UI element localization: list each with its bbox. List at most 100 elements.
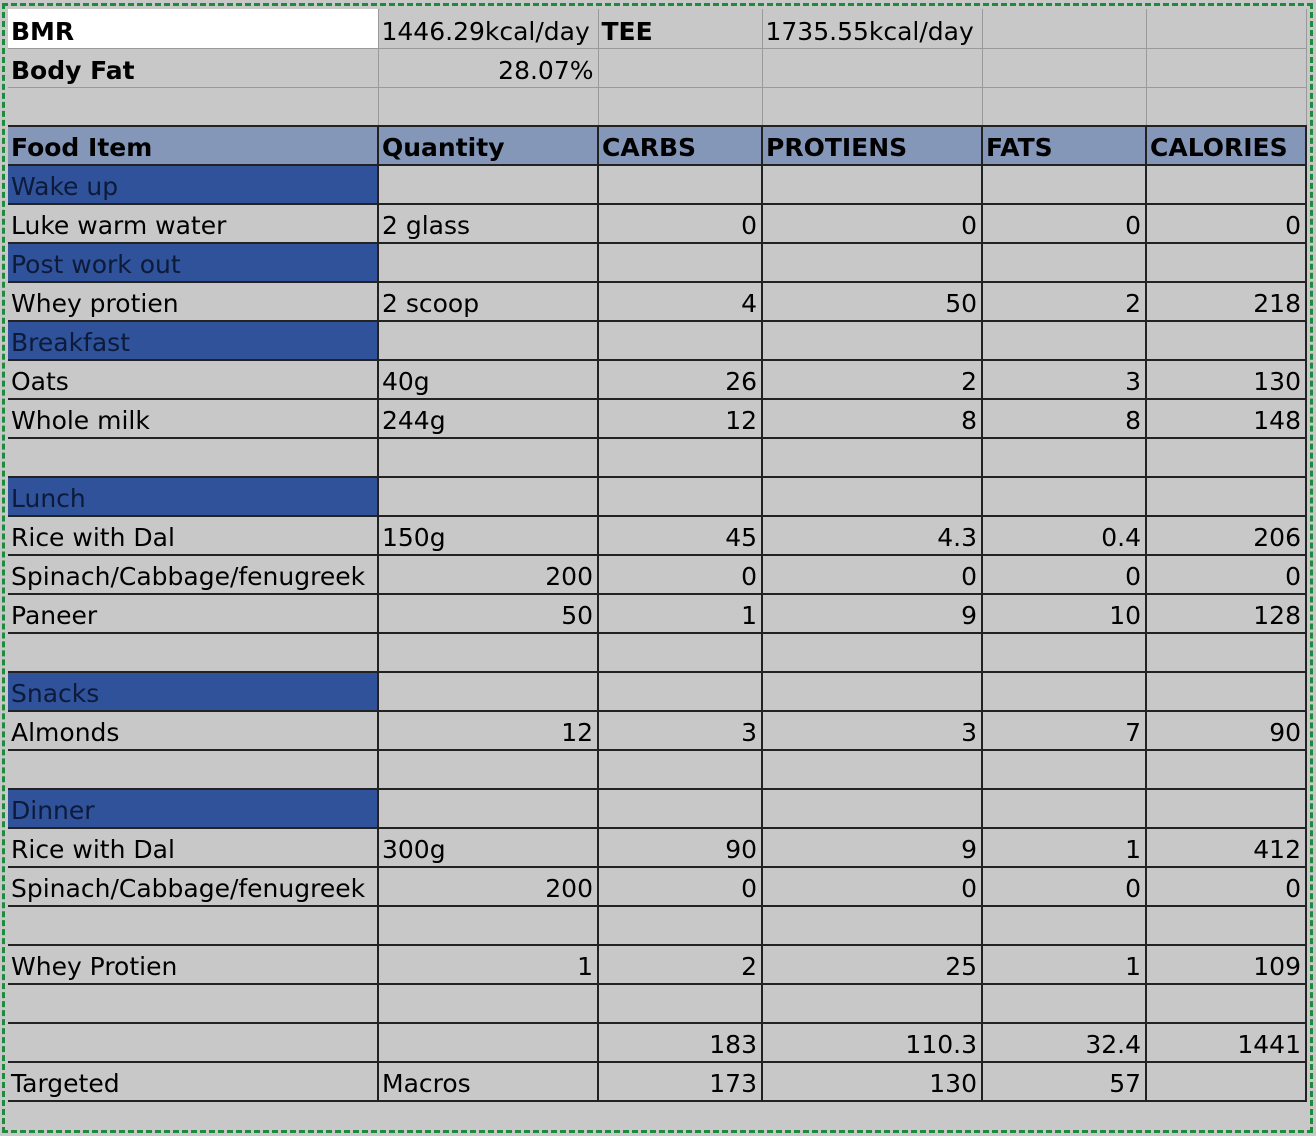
food-item-cell[interactable]: Rice with Dal — [8, 828, 379, 868]
calories-cell[interactable]: 128 — [1146, 594, 1307, 634]
empty-cell[interactable] — [982, 750, 1147, 790]
empty-cell[interactable] — [1146, 243, 1307, 283]
empty-cell[interactable] — [378, 789, 599, 829]
empty-cell[interactable] — [8, 438, 379, 478]
empty-cell[interactable] — [1146, 906, 1307, 946]
empty-cell[interactable] — [378, 438, 599, 478]
food-item-cell[interactable]: Targeted — [8, 1062, 379, 1102]
empty-cell[interactable] — [982, 906, 1147, 946]
fats-cell[interactable]: 0 — [982, 867, 1147, 907]
empty-cell[interactable] — [598, 321, 763, 361]
proteins-cell[interactable]: 0 — [762, 867, 983, 907]
calories-cell[interactable]: 218 — [1146, 282, 1307, 322]
empty-cell[interactable] — [1146, 165, 1307, 205]
empty-cell[interactable] — [762, 672, 983, 712]
fats-cell[interactable]: 3 — [982, 360, 1147, 400]
quantity-cell[interactable]: 12 — [378, 711, 599, 751]
quantity-cell[interactable]: 50 — [378, 594, 599, 634]
empty-cell[interactable] — [598, 438, 763, 478]
food-item-cell[interactable]: Rice with Dal — [8, 516, 379, 556]
carbs-cell[interactable]: 183 — [598, 1023, 763, 1063]
empty-cell[interactable] — [598, 477, 763, 517]
empty-cell[interactable] — [8, 750, 379, 790]
calories-cell[interactable]: 130 — [1146, 360, 1307, 400]
empty-cell[interactable] — [1146, 477, 1307, 517]
header-proteins[interactable]: PROTIENS — [762, 125, 983, 166]
food-item-cell[interactable]: Luke warm water — [8, 204, 379, 244]
proteins-cell[interactable]: 0 — [762, 555, 983, 595]
carbs-cell[interactable]: 12 — [598, 399, 763, 439]
quantity-cell[interactable]: Macros — [378, 1062, 599, 1102]
carbs-cell[interactable]: 90 — [598, 828, 763, 868]
fats-cell[interactable]: 10 — [982, 594, 1147, 634]
fats-cell[interactable]: 0 — [982, 204, 1147, 244]
empty-cell[interactable] — [762, 789, 983, 829]
carbs-cell[interactable]: 0 — [598, 204, 763, 244]
empty-cell[interactable] — [378, 906, 599, 946]
section-label[interactable]: Post work out — [8, 243, 379, 283]
proteins-cell[interactable]: 25 — [762, 945, 983, 985]
proteins-cell[interactable]: 9 — [762, 594, 983, 634]
empty-cell[interactable] — [762, 984, 983, 1024]
header-carbs[interactable]: CARBS — [598, 125, 763, 166]
fats-cell[interactable]: 1 — [982, 828, 1147, 868]
food-item-cell[interactable] — [8, 1023, 379, 1063]
quantity-cell[interactable]: 1 — [378, 945, 599, 985]
empty-cell[interactable] — [598, 87, 763, 127]
fats-cell[interactable]: 8 — [982, 399, 1147, 439]
empty-cell[interactable] — [598, 789, 763, 829]
header-calories[interactable]: CALORIES — [1146, 125, 1307, 166]
proteins-cell[interactable]: 2 — [762, 360, 983, 400]
empty-cell[interactable] — [378, 477, 599, 517]
empty-cell[interactable] — [1146, 633, 1307, 673]
carbs-cell[interactable]: 4 — [598, 282, 763, 322]
food-item-cell[interactable]: Almonds — [8, 711, 379, 751]
empty-cell[interactable] — [598, 984, 763, 1024]
section-label[interactable]: Lunch — [8, 477, 379, 517]
fats-cell[interactable]: 0 — [982, 555, 1147, 595]
calories-cell[interactable] — [1146, 1062, 1307, 1102]
food-item-cell[interactable]: Spinach/Cabbage/fenugreek — [8, 867, 379, 907]
calories-cell[interactable]: 0 — [1146, 204, 1307, 244]
empty-cell[interactable] — [762, 48, 983, 88]
quantity-cell[interactable]: 300g — [378, 828, 599, 868]
empty-cell[interactable] — [1146, 48, 1307, 88]
empty-cell[interactable] — [598, 906, 763, 946]
bodyfat-value[interactable]: 28.07% — [378, 48, 599, 88]
food-item-cell[interactable]: Oats — [8, 360, 379, 400]
calories-cell[interactable]: 1441 — [1146, 1023, 1307, 1063]
section-label[interactable]: Breakfast — [8, 321, 379, 361]
empty-cell[interactable] — [598, 672, 763, 712]
empty-cell[interactable] — [378, 243, 599, 283]
empty-cell[interactable] — [1146, 321, 1307, 361]
empty-cell[interactable] — [598, 750, 763, 790]
carbs-cell[interactable]: 1 — [598, 594, 763, 634]
header-quantity[interactable]: Quantity — [378, 125, 599, 166]
empty-cell[interactable] — [8, 633, 379, 673]
empty-cell[interactable] — [982, 165, 1147, 205]
calories-cell[interactable]: 412 — [1146, 828, 1307, 868]
empty-cell[interactable] — [1146, 672, 1307, 712]
empty-cell[interactable] — [982, 438, 1147, 478]
carbs-cell[interactable]: 26 — [598, 360, 763, 400]
calories-cell[interactable]: 148 — [1146, 399, 1307, 439]
empty-cell[interactable] — [378, 87, 599, 127]
empty-cell[interactable] — [762, 87, 983, 127]
empty-cell[interactable] — [1146, 87, 1307, 127]
empty-cell[interactable] — [378, 633, 599, 673]
empty-cell[interactable] — [378, 984, 599, 1024]
bodyfat-label[interactable]: Body Fat — [8, 48, 379, 88]
empty-cell[interactable] — [8, 906, 379, 946]
empty-cell[interactable] — [982, 477, 1147, 517]
quantity-cell[interactable] — [378, 1023, 599, 1063]
fats-cell[interactable]: 1 — [982, 945, 1147, 985]
carbs-cell[interactable]: 2 — [598, 945, 763, 985]
fats-cell[interactable]: 0.4 — [982, 516, 1147, 556]
empty-cell[interactable] — [1146, 789, 1307, 829]
empty-cell[interactable] — [982, 984, 1147, 1024]
calories-cell[interactable]: 0 — [1146, 555, 1307, 595]
empty-cell[interactable] — [982, 48, 1147, 88]
food-item-cell[interactable]: Spinach/Cabbage/fenugreek — [8, 555, 379, 595]
proteins-cell[interactable]: 4.3 — [762, 516, 983, 556]
food-item-cell[interactable]: Paneer — [8, 594, 379, 634]
